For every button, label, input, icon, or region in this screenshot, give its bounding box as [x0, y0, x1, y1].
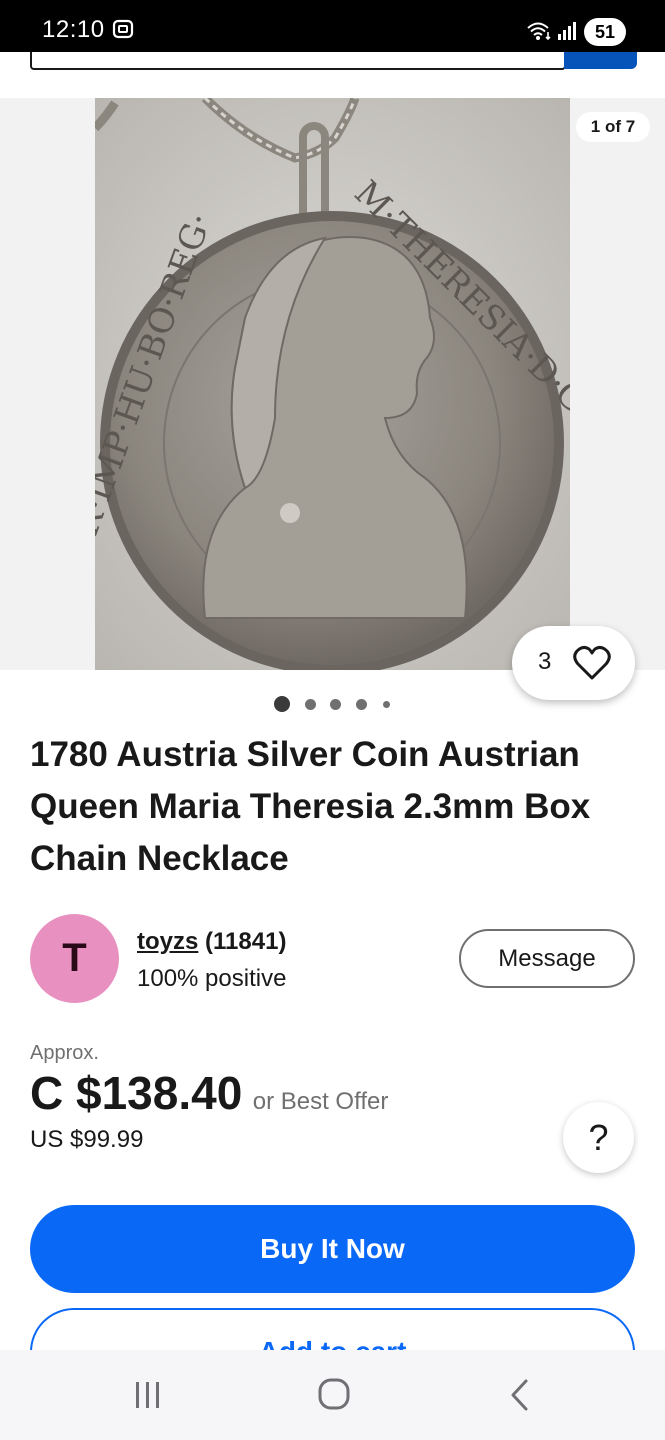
- price-row: C $138.40 or Best Offer: [30, 1066, 388, 1120]
- watch-count: 3: [538, 648, 552, 675]
- search-button[interactable]: [564, 52, 637, 69]
- status-bar: 12:10 51: [0, 0, 665, 52]
- image-counter: 1 of 7: [576, 112, 650, 142]
- wifi-icon: [527, 22, 551, 41]
- gallery-dot[interactable]: [330, 699, 341, 710]
- buy-it-now-button[interactable]: Buy It Now: [30, 1205, 635, 1293]
- help-button[interactable]: ?: [563, 1102, 634, 1173]
- price-us: US $99.99: [30, 1126, 144, 1153]
- product-image[interactable]: R·IMP·HU·BO·REG· M·THERESIA·D·G·: [95, 98, 570, 670]
- approx-label: Approx.: [30, 1042, 99, 1064]
- avatar[interactable]: T: [30, 914, 119, 1003]
- seller-feedback-count: (11841): [205, 928, 287, 955]
- listing-title: 1780 Austria Silver Coin Austrian Queen …: [30, 735, 591, 878]
- watch-button[interactable]: 3: [512, 626, 635, 700]
- gallery-dot[interactable]: [305, 699, 316, 710]
- status-time: 12:10: [42, 16, 105, 43]
- message-button[interactable]: Message: [459, 929, 635, 988]
- image-gallery[interactable]: R·IMP·HU·BO·REG· M·THERESIA·D·G· 1 of 7: [0, 98, 665, 670]
- battery-indicator: 51: [584, 18, 626, 46]
- seller-info: toyzs (11841): [137, 928, 286, 956]
- seller-name-link[interactable]: toyzs: [137, 928, 198, 955]
- gallery-dots: [274, 696, 404, 712]
- back-icon[interactable]: [506, 1378, 536, 1412]
- coin-necklace-photo: R·IMP·HU·BO·REG· M·THERESIA·D·G·: [95, 98, 570, 670]
- screenshot-icon: [112, 19, 134, 39]
- home-icon[interactable]: [316, 1376, 352, 1412]
- heart-icon: [573, 645, 611, 680]
- price-main: C $138.40: [30, 1067, 243, 1119]
- gallery-dot[interactable]: [274, 696, 290, 712]
- system-nav-bar: [0, 1350, 665, 1440]
- seller-positive-rating: 100% positive: [137, 965, 287, 992]
- recent-apps-icon[interactable]: [130, 1380, 166, 1410]
- search-input[interactable]: [30, 52, 566, 70]
- gallery-dot[interactable]: [356, 699, 367, 710]
- signal-icon: [558, 22, 576, 40]
- best-offer-label: or Best Offer: [252, 1088, 389, 1115]
- gallery-dot[interactable]: [383, 701, 390, 708]
